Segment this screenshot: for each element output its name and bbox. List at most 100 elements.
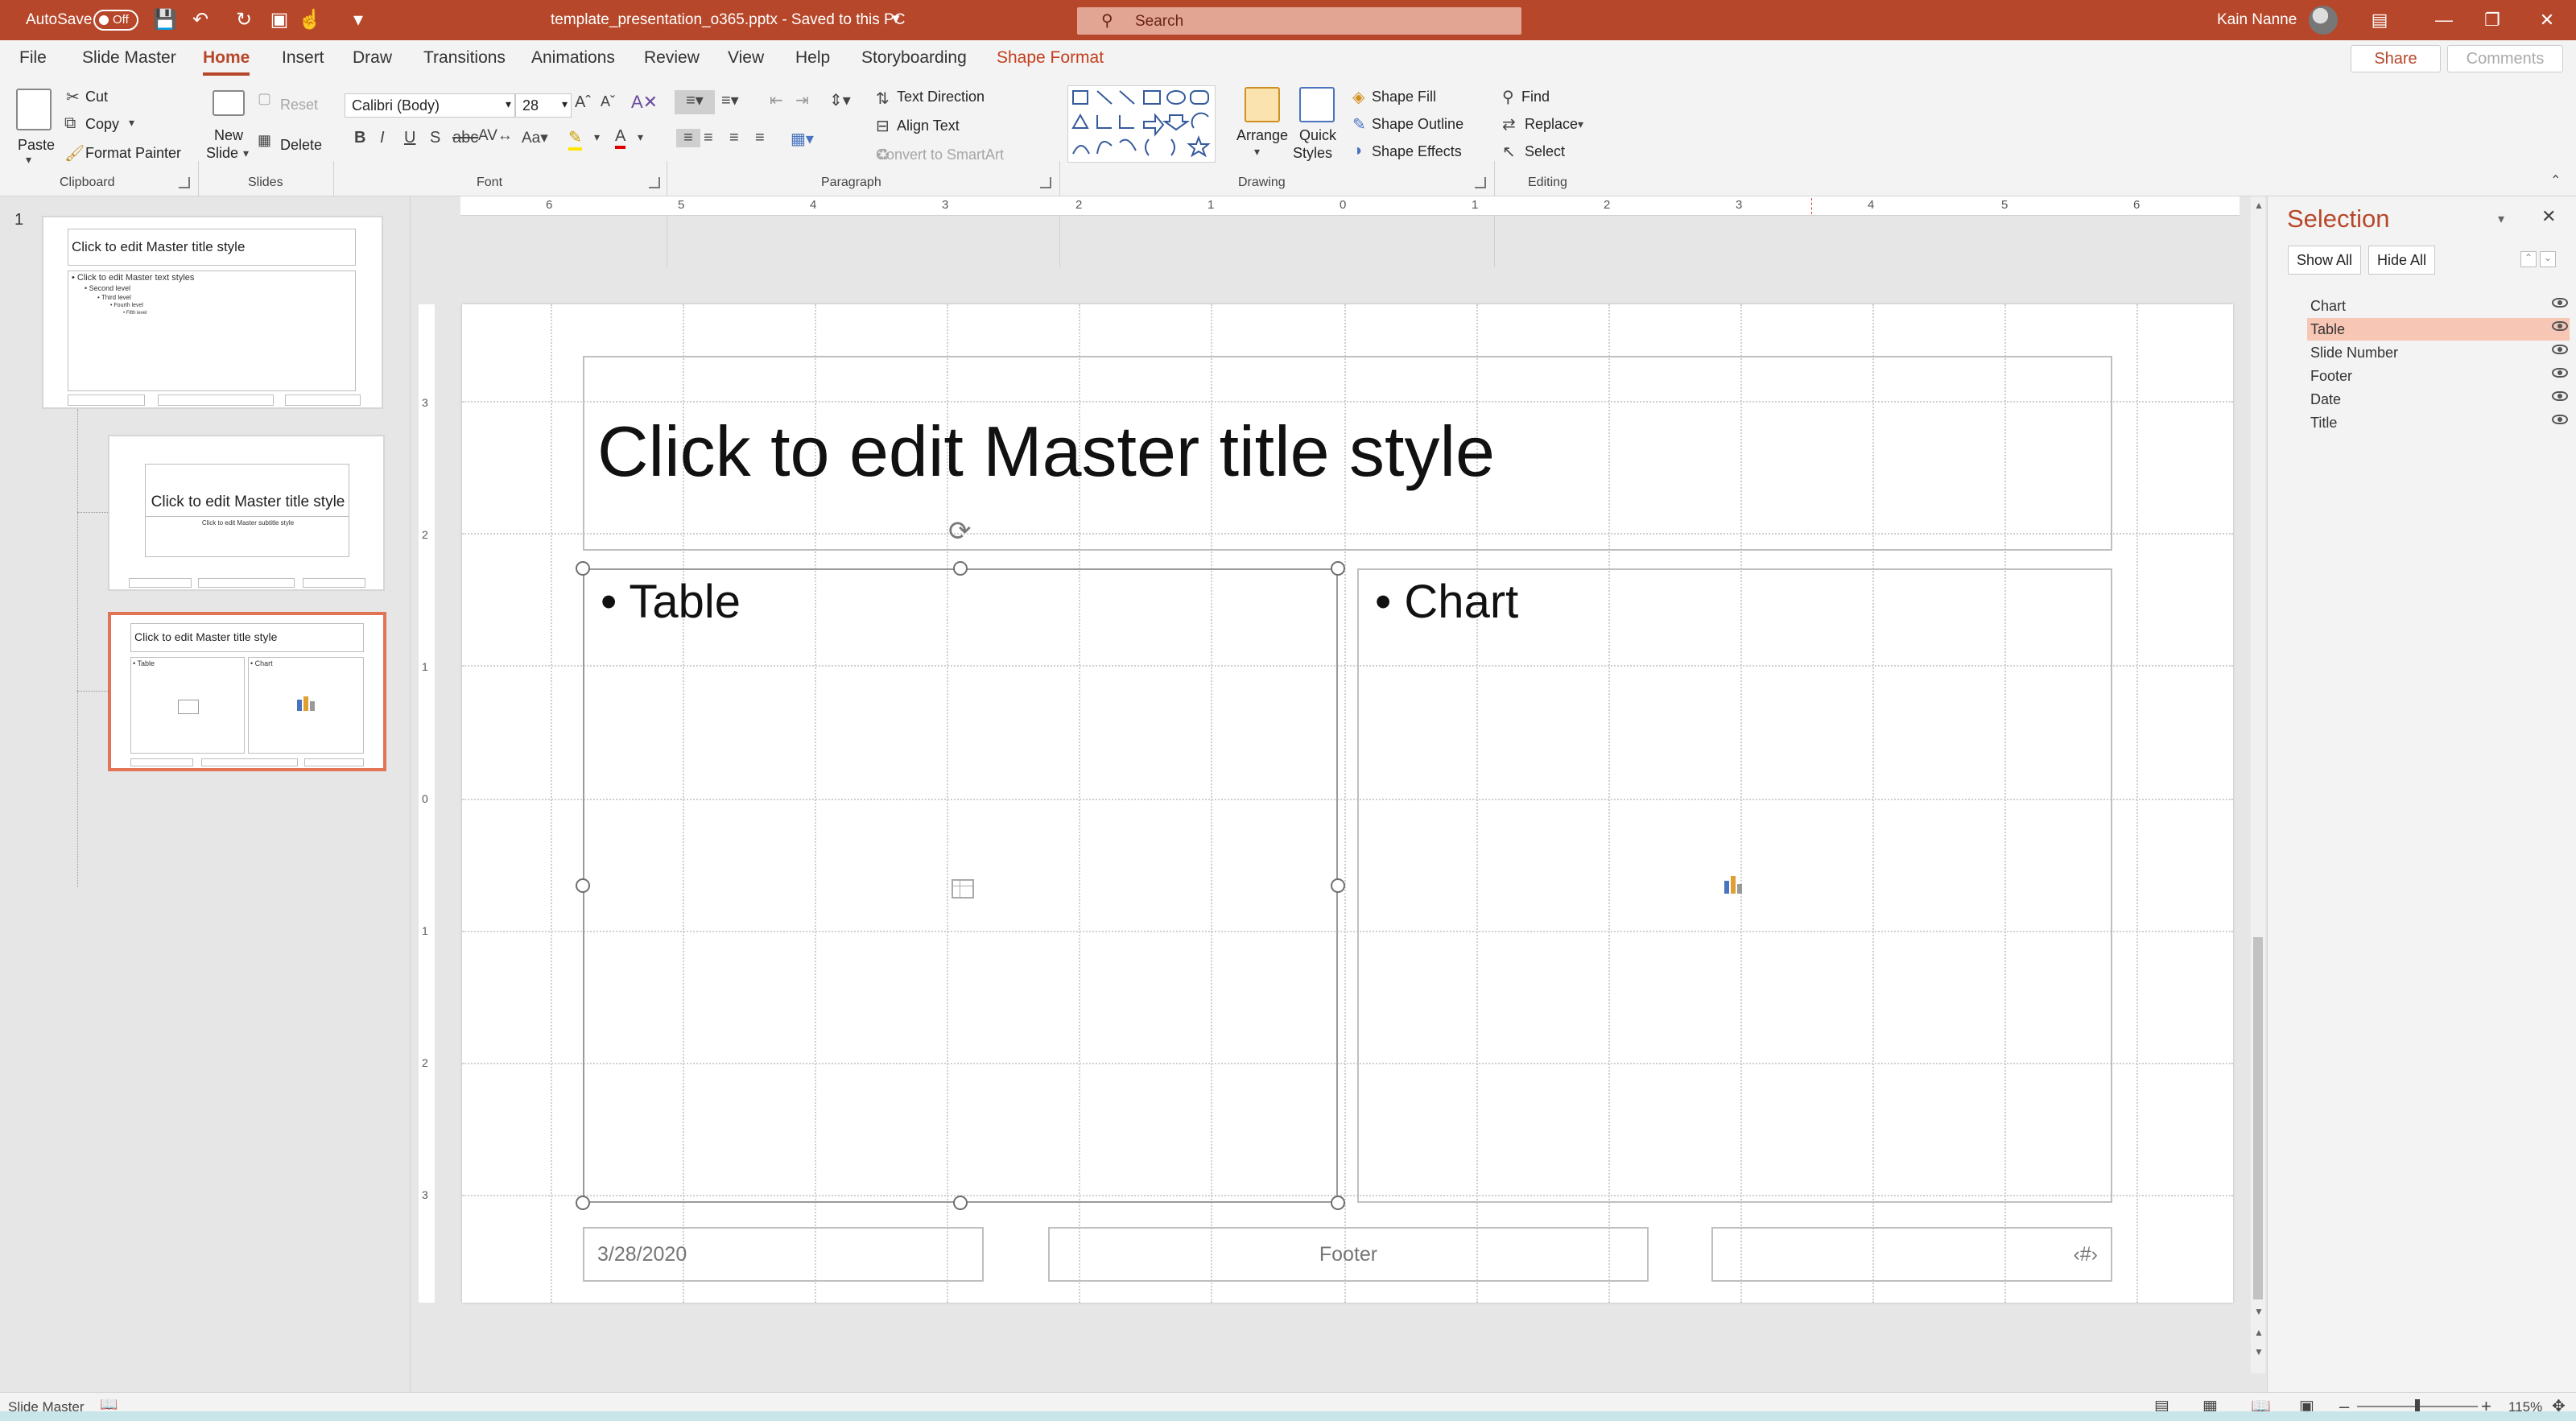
pane-options-icon[interactable]: ▾ bbox=[2498, 211, 2504, 227]
replace-dropdown-icon[interactable]: ▾ bbox=[1578, 118, 1583, 131]
find-button[interactable]: Find bbox=[1521, 89, 1550, 105]
footer-placeholder[interactable]: Footer bbox=[1048, 1227, 1649, 1282]
horizontal-ruler[interactable]: 6 5 4 3 2 1 0 1 2 3 4 5 6 bbox=[460, 196, 2240, 216]
increase-font-size-icon[interactable]: Aˆ bbox=[575, 93, 591, 112]
new-slide-dropdown-icon[interactable]: ▾ bbox=[243, 147, 249, 160]
clear-formatting-icon[interactable]: A✕ bbox=[631, 92, 658, 113]
selection-item-title[interactable]: Title bbox=[2307, 411, 2570, 434]
bullets-icon[interactable]: ≡▾ bbox=[675, 90, 715, 114]
rotate-handle-icon[interactable]: ⟳ bbox=[948, 515, 972, 547]
paste-icon[interactable] bbox=[16, 89, 52, 130]
zoom-slider[interactable] bbox=[2357, 1399, 2478, 1414]
send-backward-icon[interactable]: ⌄ bbox=[2540, 251, 2556, 267]
chart-content-placeholder[interactable]: • Chart bbox=[1357, 568, 2112, 1203]
font-color-icon[interactable]: A bbox=[615, 127, 626, 149]
tab-home[interactable]: Home bbox=[203, 48, 250, 76]
ribbon-display-options-icon[interactable]: ▤ bbox=[2351, 0, 2409, 40]
visibility-eye-icon[interactable] bbox=[2552, 321, 2568, 331]
resize-handle[interactable] bbox=[1331, 1196, 1345, 1210]
quick-styles-label[interactable]: Quick bbox=[1299, 127, 1336, 144]
document-title[interactable]: template_presentation_o365.pptx - Saved … bbox=[551, 11, 905, 29]
canvas-scrollbar[interactable]: ▲ ▼ ▲ ▼ bbox=[2251, 196, 2265, 1373]
visibility-eye-icon[interactable] bbox=[2552, 345, 2568, 354]
resize-handle[interactable] bbox=[576, 561, 590, 576]
columns-icon[interactable]: ▦▾ bbox=[791, 129, 814, 149]
hide-all-button[interactable]: Hide All bbox=[2368, 246, 2436, 275]
cut-button[interactable]: Cut bbox=[85, 89, 108, 105]
bring-forward-icon[interactable]: ⌃ bbox=[2520, 251, 2537, 267]
share-button[interactable]: Share bbox=[2351, 45, 2441, 72]
shapes-gallery[interactable] bbox=[1067, 85, 1216, 163]
paste-dropdown-icon[interactable]: ▾ bbox=[26, 153, 31, 167]
title-dropdown-icon[interactable]: ▾ bbox=[892, 10, 900, 28]
save-icon[interactable]: 💾 bbox=[151, 6, 179, 34]
avatar[interactable] bbox=[2309, 6, 2338, 35]
format-painter-button[interactable]: Format Painter bbox=[85, 145, 181, 162]
tab-review[interactable]: Review bbox=[644, 48, 700, 68]
quick-styles-label-2[interactable]: Styles bbox=[1293, 145, 1332, 162]
tab-slide-master[interactable]: Slide Master bbox=[82, 48, 176, 68]
visibility-eye-icon[interactable] bbox=[2552, 298, 2568, 308]
new-slide-label[interactable]: New bbox=[214, 127, 243, 144]
highlight-dropdown-icon[interactable]: ▾ bbox=[594, 130, 600, 144]
shape-fill-button[interactable]: Shape Fill bbox=[1372, 89, 1436, 105]
align-text-button[interactable]: Align Text bbox=[897, 118, 960, 134]
visibility-eye-icon[interactable] bbox=[2552, 415, 2568, 424]
arrange-button[interactable]: Arrange bbox=[1236, 127, 1288, 144]
visibility-eye-icon[interactable] bbox=[2552, 391, 2568, 401]
quick-styles-icon[interactable] bbox=[1299, 87, 1335, 122]
close-pane-icon[interactable]: ✕ bbox=[2541, 206, 2556, 227]
search-box[interactable]: ⚲ Search bbox=[1077, 7, 1521, 35]
bold-icon[interactable]: B bbox=[354, 129, 365, 147]
customize-quick-access-icon[interactable]: ▾ bbox=[345, 6, 372, 34]
clipboard-launcher-icon[interactable] bbox=[179, 177, 190, 188]
accessibility-icon[interactable]: 📖 bbox=[100, 1396, 118, 1413]
align-center-icon[interactable]: ≡ bbox=[704, 129, 713, 147]
resize-handle[interactable] bbox=[1331, 561, 1345, 576]
previous-slide-icon[interactable]: ▲ bbox=[2254, 1327, 2264, 1338]
tab-help[interactable]: Help bbox=[795, 48, 830, 68]
slide-canvas[interactable]: Click to edit Master title style ⟳ • Tab… bbox=[462, 304, 2233, 1303]
selection-item-date[interactable]: Date bbox=[2307, 388, 2570, 411]
autosave-toggle[interactable]: Off bbox=[93, 10, 138, 31]
new-slide-label-2[interactable]: Slide bbox=[206, 145, 238, 162]
undo-icon[interactable]: ↶ bbox=[187, 6, 214, 34]
title-placeholder[interactable]: Click to edit Master title style bbox=[583, 356, 2112, 551]
scroll-up-icon[interactable]: ▲ bbox=[2254, 200, 2264, 211]
paste-label[interactable]: Paste bbox=[18, 137, 55, 154]
close-window-icon[interactable]: ✕ bbox=[2518, 0, 2576, 40]
tab-storyboarding[interactable]: Storyboarding bbox=[861, 48, 967, 68]
copy-dropdown-icon[interactable]: ▾ bbox=[129, 116, 134, 130]
slide-number-placeholder[interactable]: ‹#› bbox=[1711, 1227, 2112, 1282]
slide-thumbnail-title-layout[interactable]: Click to edit Master title style Click t… bbox=[108, 435, 385, 591]
paragraph-launcher-icon[interactable] bbox=[1040, 177, 1051, 188]
decrease-font-size-icon[interactable]: Aˇ bbox=[601, 93, 615, 110]
tab-transitions[interactable]: Transitions bbox=[423, 48, 506, 68]
next-slide-icon[interactable]: ▼ bbox=[2254, 1346, 2264, 1357]
numbering-icon[interactable]: ≡▾ bbox=[721, 90, 739, 110]
tab-view[interactable]: View bbox=[728, 48, 764, 68]
selection-item-chart[interactable]: Chart bbox=[2307, 295, 2570, 317]
touch-mode-icon[interactable]: ☝ bbox=[296, 6, 324, 34]
visibility-eye-icon[interactable] bbox=[2552, 368, 2568, 378]
selection-item-table[interactable]: Table bbox=[2307, 318, 2570, 341]
date-placeholder[interactable]: 3/28/2020 bbox=[583, 1227, 984, 1282]
justify-icon[interactable]: ≡ bbox=[755, 129, 765, 147]
selection-item-footer[interactable]: Footer bbox=[2307, 365, 2570, 387]
resize-handle[interactable] bbox=[953, 1196, 968, 1210]
resize-handle[interactable] bbox=[576, 1196, 590, 1210]
comments-button[interactable]: Comments bbox=[2447, 45, 2563, 72]
selection-item-slide-number[interactable]: Slide Number bbox=[2307, 341, 2570, 364]
delete-button[interactable]: Delete bbox=[280, 137, 322, 154]
vertical-ruler[interactable]: 3 2 1 0 1 2 3 bbox=[419, 304, 435, 1303]
decrease-indent-icon[interactable]: ⇤ bbox=[770, 90, 783, 110]
align-left-icon[interactable]: ≡ bbox=[676, 129, 700, 147]
arrange-icon[interactable] bbox=[1245, 87, 1280, 122]
show-all-button[interactable]: Show All bbox=[2288, 246, 2362, 275]
text-direction-button[interactable]: Text Direction bbox=[897, 89, 985, 105]
resize-handle[interactable] bbox=[576, 878, 590, 893]
insert-chart-icon[interactable] bbox=[1737, 884, 1742, 894]
highlight-color-icon[interactable]: ✎ bbox=[568, 127, 582, 151]
collapse-ribbon-icon[interactable]: ⌃ bbox=[2550, 172, 2561, 188]
new-slide-icon[interactable] bbox=[213, 90, 245, 116]
